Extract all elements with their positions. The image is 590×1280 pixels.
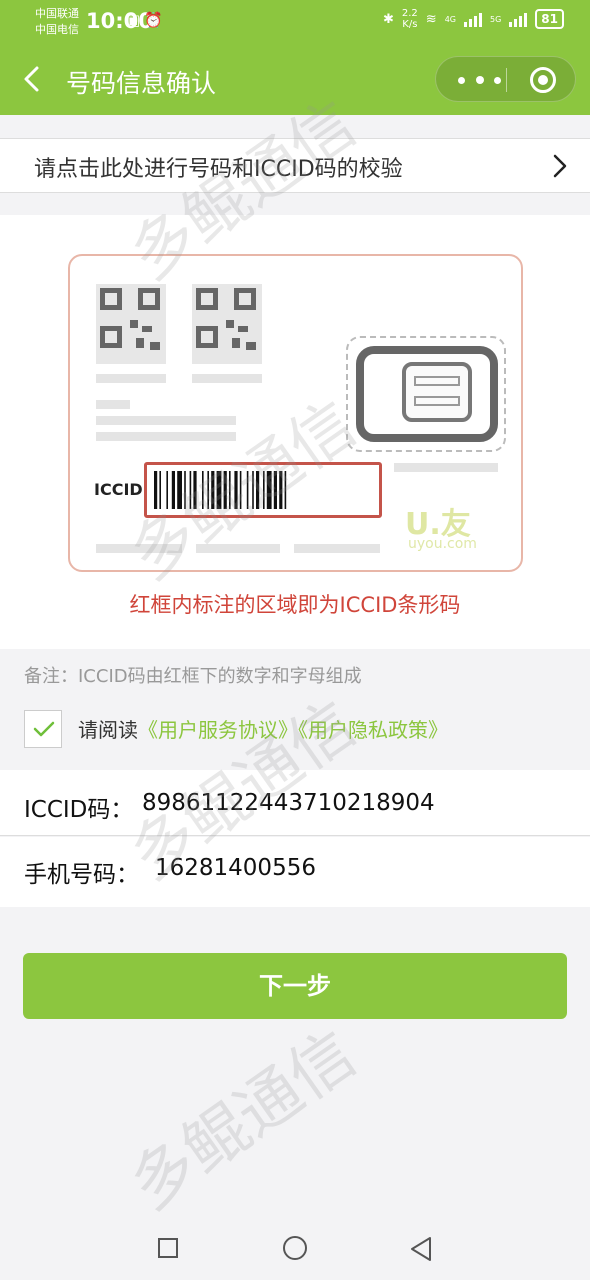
system-navigation-bar <box>0 1200 590 1280</box>
sample-card-area: ICCID U.友 uyou.com 红框内标注的区域即为ICCID条形码 <box>0 215 590 649</box>
recent-apps-icon[interactable] <box>158 1238 178 1258</box>
alarm-icon: ⏰ <box>144 11 167 29</box>
next-step-button[interactable]: 下一步 <box>23 953 567 1019</box>
top-bar: 中国联通 中国电信 10:00 ▣⏰ ✱ 2.2 K/s ≋ 4G 5G 81 … <box>0 0 590 115</box>
mini-program-capsule <box>435 56 576 102</box>
iccid-value: 89861122443710218904 <box>142 790 435 816</box>
sim-card-icon <box>346 336 506 452</box>
page-title: 号码信息确认 <box>66 69 217 98</box>
nfc-icon: ▣ <box>126 11 145 29</box>
qr-code-icon <box>96 284 166 383</box>
agreement-prefix: 请阅读 <box>78 718 138 742</box>
placeholder-line <box>96 416 236 425</box>
net-speed-value: 2.2 <box>401 8 418 19</box>
barcode-icon <box>154 471 287 509</box>
more-dots-icon[interactable] <box>454 69 506 91</box>
status-bar: 中国联通 中国电信 10:00 ▣⏰ ✱ 2.2 K/s ≋ 4G 5G 81 <box>0 0 590 44</box>
iccid-note: 备注：ICCID码由红框下的数字和字母组成 <box>24 666 362 687</box>
signal-2-label: 5G <box>490 14 502 24</box>
sim-chip-icon <box>402 362 472 422</box>
privacy-policy-link[interactable]: 《用户隐私政策》 <box>298 718 448 742</box>
placeholder-line <box>96 432 236 441</box>
signal-1-icon <box>464 11 482 27</box>
back-triangle-icon[interactable] <box>410 1236 432 1262</box>
agreement-checkbox[interactable] <box>24 710 62 748</box>
signal-1-label: 4G <box>444 14 456 24</box>
verify-iccid-label: 请点击此处进行号码和ICCID码的校验 <box>34 157 403 182</box>
placeholder-line <box>196 544 280 553</box>
status-right: ✱ 2.2 K/s ≋ 4G 5G 81 <box>383 8 564 30</box>
qr-code-icon <box>192 284 262 383</box>
carrier-2: 中国电信 <box>35 23 79 36</box>
placeholder-line <box>394 463 498 472</box>
iccid-label: ICCID码： <box>24 797 134 823</box>
signal-2-icon <box>509 11 528 27</box>
home-icon[interactable] <box>283 1236 307 1260</box>
placeholder-line <box>96 544 182 553</box>
placeholder-line <box>294 544 380 553</box>
carrier-names: 中国联通 中国电信 <box>35 6 79 38</box>
chevron-right-icon <box>553 154 567 178</box>
checkmark-icon <box>33 721 55 737</box>
service-agreement-link[interactable]: 《用户服务协议》 <box>138 718 298 742</box>
status-notification-icons: ▣⏰ <box>126 11 167 29</box>
placeholder-line <box>96 400 130 409</box>
uyou-logo-url: uyou.com <box>408 536 477 552</box>
battery-indicator: 81 <box>535 9 564 29</box>
phone-value: 16281400556 <box>155 855 316 881</box>
carrier-1: 中国联通 <box>35 7 79 20</box>
phone-label: 手机号码： <box>24 862 139 888</box>
bluetooth-icon: ✱ <box>382 11 394 27</box>
iccid-sample-label: ICCID <box>94 480 143 499</box>
capsule-divider <box>506 68 507 92</box>
agreement-text: 请阅读《用户服务协议》《用户隐私政策》 <box>78 714 448 743</box>
net-speed: 2.2 K/s <box>402 8 418 30</box>
sample-card-caption: 红框内标注的区域即为ICCID条形码 <box>129 593 461 617</box>
watermark: 多鲲通信 <box>117 1017 370 1225</box>
iccid-barcode-highlight <box>144 462 382 518</box>
verify-iccid-row[interactable]: 请点击此处进行号码和ICCID码的校验 <box>0 138 590 193</box>
nav-bar: 号码信息确认 <box>0 44 590 115</box>
chevron-left-icon[interactable] <box>20 64 44 94</box>
sample-sim-card-illustration: ICCID U.友 uyou.com <box>68 254 523 572</box>
target-circle-icon[interactable] <box>530 67 556 93</box>
iccid-info-row: ICCID码： 89861122443710218904 <box>0 770 590 836</box>
wifi-icon: ≋ <box>425 11 437 27</box>
phone-info-row: 手机号码： 16281400556 <box>0 837 590 907</box>
net-speed-unit: K/s <box>402 19 418 30</box>
